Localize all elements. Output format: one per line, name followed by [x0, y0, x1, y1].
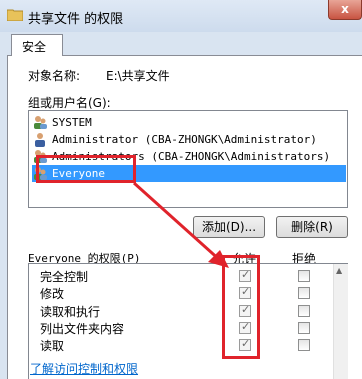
- annotation-arrow: [132, 181, 229, 268]
- tab-security-label: 安全: [22, 40, 47, 54]
- tab-security[interactable]: 安全: [11, 34, 63, 56]
